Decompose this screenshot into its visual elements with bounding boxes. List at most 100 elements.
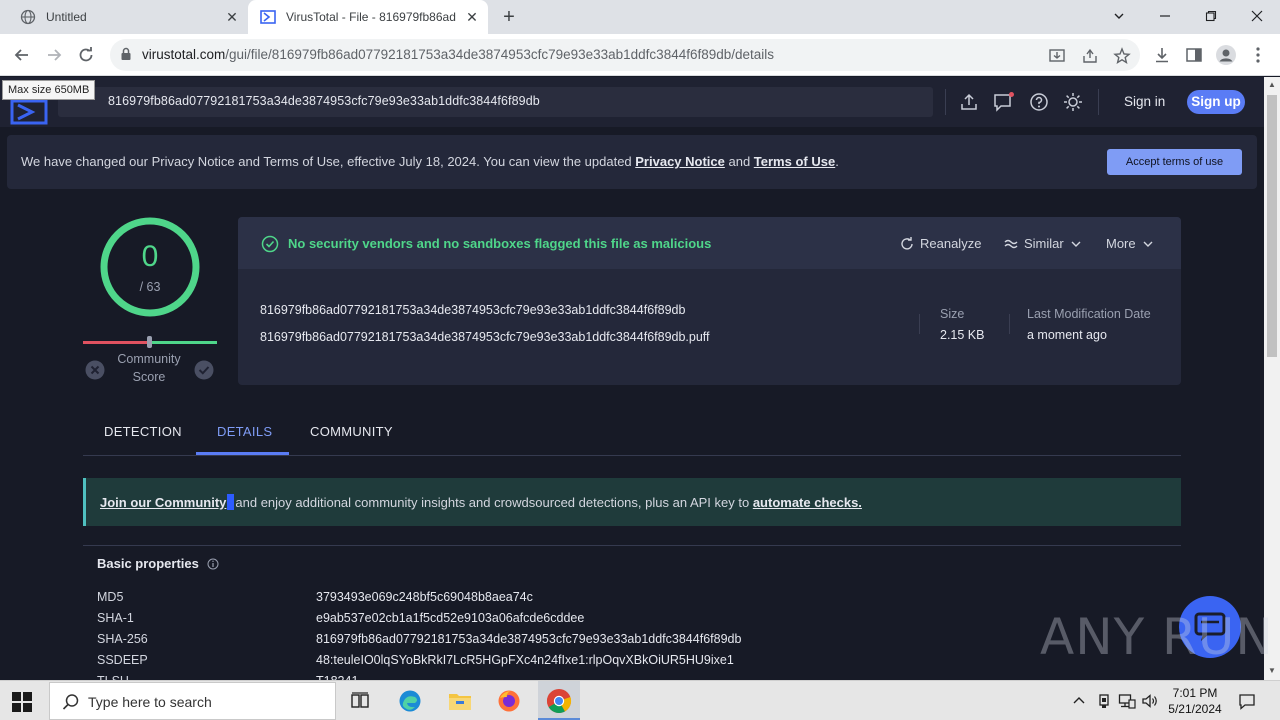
file-explorer-icon[interactable] bbox=[446, 687, 474, 715]
privacy-notice-text: We have changed our Privacy Notice and T… bbox=[21, 154, 839, 169]
similar-dropdown[interactable]: Similar bbox=[1004, 236, 1082, 251]
show-hidden-icons-chevron-icon[interactable] bbox=[1070, 692, 1088, 710]
tabs-divider bbox=[83, 455, 1181, 456]
notifications-icon[interactable] bbox=[993, 92, 1014, 112]
reanalyze-icon bbox=[901, 236, 913, 250]
join-community-link[interactable]: Join our Community bbox=[100, 495, 226, 510]
modification-date-value: a moment ago bbox=[1027, 328, 1107, 342]
theme-sun-icon[interactable] bbox=[1063, 92, 1083, 112]
property-value-sha256[interactable]: 816979fb86ad07792181753a34de3874953cfc79… bbox=[316, 632, 741, 646]
clock-time: 7:01 PM bbox=[1172, 686, 1218, 700]
upload-icon[interactable] bbox=[959, 92, 979, 112]
scroll-up-icon[interactable]: ▲ bbox=[1268, 81, 1276, 89]
install-app-icon[interactable] bbox=[1048, 47, 1066, 65]
community-banner: Join our Community and enjoy additional c… bbox=[83, 478, 1181, 526]
side-panel-icon[interactable] bbox=[1183, 44, 1205, 66]
vt-header: 816979fb86ad07792181753a34de3874953cfc79… bbox=[0, 77, 1264, 127]
file-hash[interactable]: 816979fb86ad07792181753a34de3874953cfc79… bbox=[260, 303, 685, 317]
browser-tab-virustotal[interactable]: VirusTotal - File - 816979fb86ad07792181… bbox=[248, 0, 488, 34]
privacy-and: and bbox=[724, 154, 754, 169]
browser-toolbar: virustotal.com/gui/file/816979fb86ad0779… bbox=[0, 34, 1280, 76]
restore-icon[interactable] bbox=[1188, 0, 1234, 32]
similar-icon bbox=[1004, 239, 1018, 248]
reanalyze-button[interactable]: Reanalyze bbox=[900, 236, 981, 251]
meta-divider bbox=[919, 314, 920, 334]
sign-in-link[interactable]: Sign in bbox=[1124, 94, 1165, 109]
community-label: Community bbox=[117, 352, 181, 366]
privacy-notice-link[interactable]: Privacy Notice bbox=[635, 154, 725, 169]
browser-menu-icon[interactable] bbox=[1247, 44, 1269, 66]
chevron-down-icon bbox=[1071, 241, 1081, 247]
profile-avatar-icon[interactable] bbox=[1215, 44, 1237, 66]
card-status-bar: No security vendors and no sandboxes fla… bbox=[238, 217, 1181, 269]
scroll-thumb[interactable] bbox=[1267, 95, 1277, 357]
taskbar-search-input[interactable]: Type here to search bbox=[49, 682, 336, 720]
notification-center-icon[interactable] bbox=[1238, 692, 1256, 710]
page-scrollbar[interactable]: ▲ ▼ bbox=[1264, 77, 1280, 680]
close-tab-icon[interactable]: ✕ bbox=[224, 9, 240, 25]
basic-properties-title: Basic properties bbox=[97, 556, 219, 571]
reanalyze-label: Reanalyze bbox=[920, 236, 982, 251]
tab-detection[interactable]: DETECTION bbox=[104, 424, 182, 439]
property-key-ssdeep: SSDEEP bbox=[97, 653, 148, 667]
more-dropdown[interactable]: More bbox=[1106, 236, 1154, 251]
chrome-icon[interactable] bbox=[545, 687, 573, 715]
sign-up-button[interactable]: Sign up bbox=[1187, 90, 1245, 114]
search-input[interactable]: 816979fb86ad07792181753a34de3874953cfc79… bbox=[58, 87, 933, 117]
address-bar[interactable]: virustotal.com/gui/file/816979fb86ad0779… bbox=[110, 39, 1140, 71]
scroll-down-icon[interactable]: ▼ bbox=[1268, 667, 1276, 675]
edge-browser-icon[interactable] bbox=[396, 687, 424, 715]
vote-harmless-icon[interactable] bbox=[194, 360, 214, 380]
close-tab-icon[interactable]: ✕ bbox=[464, 9, 480, 25]
tooltip-max-size: Max size 650MB bbox=[2, 80, 96, 100]
file-name: 816979fb86ad07792181753a34de3874953cfc79… bbox=[260, 330, 710, 344]
info-icon[interactable] bbox=[207, 558, 219, 570]
forward-arrow-icon[interactable] bbox=[42, 43, 66, 67]
downloads-icon[interactable] bbox=[1151, 44, 1173, 66]
search-icon bbox=[62, 694, 79, 710]
file-summary-card: No security vendors and no sandboxes fla… bbox=[238, 217, 1181, 385]
detection-count: 0 bbox=[141, 240, 159, 273]
more-label: More bbox=[1106, 236, 1136, 251]
property-value-md5[interactable]: 3793493e069c248bf5c69048b8aea74c bbox=[316, 590, 533, 604]
network-icon[interactable] bbox=[1118, 692, 1136, 710]
text-cursor bbox=[227, 494, 235, 510]
virustotal-logo-icon[interactable] bbox=[10, 99, 48, 125]
windows-start-icon[interactable] bbox=[12, 692, 32, 712]
property-value-ssdeep[interactable]: 48:teuleIO0lqSYoBkRkI7LcR5HGpFXc4n24fIxe… bbox=[316, 653, 734, 667]
share-icon[interactable] bbox=[1081, 47, 1099, 65]
url-text: virustotal.com/gui/file/816979fb86ad0779… bbox=[142, 47, 774, 62]
back-arrow-icon[interactable] bbox=[10, 43, 34, 67]
vote-malicious-icon[interactable] bbox=[85, 360, 105, 380]
automate-checks-link[interactable]: automate checks. bbox=[753, 495, 862, 510]
privacy-end: . bbox=[835, 154, 839, 169]
accept-terms-button[interactable]: Accept terms of use bbox=[1107, 149, 1242, 175]
help-icon[interactable] bbox=[1029, 92, 1049, 112]
windows-taskbar: Type here to search 7:01 PM 5/21/2024 bbox=[0, 680, 1280, 720]
tab-search-chevron-icon[interactable] bbox=[1096, 0, 1142, 32]
volume-icon[interactable] bbox=[1141, 692, 1159, 710]
new-tab-icon[interactable]: + bbox=[498, 6, 520, 28]
similar-label: Similar bbox=[1024, 236, 1064, 251]
tab-details[interactable]: DETAILS bbox=[217, 424, 272, 439]
bookmark-star-icon[interactable] bbox=[1113, 47, 1131, 65]
browser-tab-strip: Untitled ✕ VirusTotal - File - 816979fb8… bbox=[0, 0, 1280, 34]
minimize-icon[interactable] bbox=[1142, 0, 1188, 32]
header-divider bbox=[1098, 89, 1099, 115]
close-window-icon[interactable] bbox=[1234, 0, 1280, 32]
anyrun-watermark: ANY RUN bbox=[1040, 608, 1274, 666]
firefox-icon[interactable] bbox=[495, 687, 523, 715]
taskbar-clock[interactable]: 7:01 PM 5/21/2024 bbox=[1162, 685, 1228, 717]
privacy-notice-banner: We have changed our Privacy Notice and T… bbox=[7, 135, 1257, 189]
property-value-sha1[interactable]: e9ab537e02cb1a1f5cd52e9103a06afcde6cddee bbox=[316, 611, 584, 625]
check-circle-icon bbox=[261, 235, 279, 253]
status-message: No security vendors and no sandboxes fla… bbox=[288, 236, 712, 251]
terms-of-use-link[interactable]: Terms of Use bbox=[754, 154, 835, 169]
browser-tab-untitled[interactable]: Untitled ✕ bbox=[8, 0, 248, 34]
tab-community[interactable]: COMMUNITY bbox=[310, 424, 393, 439]
community-score-knob bbox=[147, 336, 152, 348]
usb-device-icon[interactable] bbox=[1095, 692, 1113, 710]
chevron-down-icon bbox=[1143, 241, 1153, 247]
reload-icon[interactable] bbox=[74, 43, 98, 67]
task-view-icon[interactable] bbox=[346, 687, 374, 715]
